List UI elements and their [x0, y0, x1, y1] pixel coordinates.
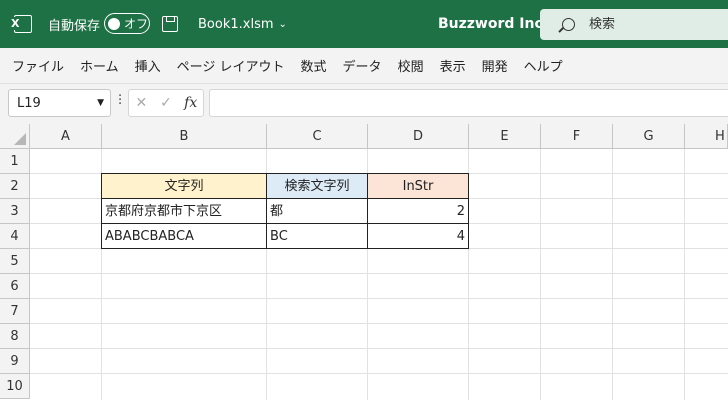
menu-page-layout[interactable]: ページ レイアウト	[177, 56, 285, 75]
gridline	[30, 373, 728, 374]
company-name: Buzzword Inc.	[438, 16, 549, 32]
filename-label: Book1.xlsm	[198, 16, 274, 32]
spreadsheet-grid[interactable]: A B C D E F G H 1 2 3 4 5 6 7 8 9 10 文字列…	[0, 124, 728, 400]
formula-input[interactable]	[209, 89, 728, 117]
name-box[interactable]: L19 ▼	[8, 89, 111, 117]
menu-bar: ファイル ホーム 挿入 ページ レイアウト 数式 データ 校閲 表示 開発 ヘル…	[0, 48, 728, 84]
more-vertical-icon[interactable]: · · ·	[118, 90, 122, 111]
search-box[interactable]	[540, 9, 728, 40]
gridline	[30, 298, 728, 299]
menu-data[interactable]: データ	[343, 56, 382, 75]
chevron-down-icon[interactable]: ▼	[97, 98, 104, 108]
autosave-label: 自動保存	[48, 18, 101, 34]
column-header-e[interactable]: E	[469, 124, 541, 149]
menu-insert[interactable]: 挿入	[135, 56, 161, 75]
column-header-a[interactable]: A	[30, 124, 102, 149]
menu-review[interactable]: 校閲	[398, 56, 424, 75]
autosave-toggle[interactable]: オフ	[104, 13, 150, 34]
cell-d3[interactable]: 2	[367, 198, 469, 224]
confirm-icon[interactable]: ✓	[154, 95, 179, 111]
chevron-down-icon: ⌄	[278, 18, 287, 30]
row-header-2[interactable]: 2	[0, 174, 30, 199]
row-header-7[interactable]: 7	[0, 299, 30, 324]
menu-file[interactable]: ファイル	[12, 56, 64, 75]
menu-developer[interactable]: 開発	[482, 56, 508, 75]
column-header-d[interactable]: D	[368, 124, 469, 149]
name-box-value: L19	[17, 95, 41, 111]
formula-bar: L19 ▼ · · · ✕ ✓ fx	[0, 84, 728, 124]
row-header-1[interactable]: 1	[0, 149, 30, 174]
row-header-9[interactable]: 9	[0, 349, 30, 374]
menu-home[interactable]: ホーム	[80, 56, 119, 75]
cell-b3[interactable]: 京都府京都市下京区	[101, 198, 267, 224]
insert-function-icon[interactable]: fx	[178, 95, 203, 111]
cell-d2[interactable]: InStr	[367, 173, 469, 199]
gridline	[30, 273, 728, 274]
column-header-f[interactable]: F	[541, 124, 613, 149]
row-header-5[interactable]: 5	[0, 249, 30, 274]
row-header-8[interactable]: 8	[0, 324, 30, 349]
row-header-3[interactable]: 3	[0, 199, 30, 224]
gridline	[30, 323, 728, 324]
cancel-icon[interactable]: ✕	[129, 95, 154, 111]
cell-c4[interactable]: BC	[266, 223, 368, 249]
column-header-c[interactable]: C	[267, 124, 368, 149]
cell-c2[interactable]: 検索文字列	[266, 173, 368, 199]
formula-buttons: ✕ ✓ fx	[128, 89, 204, 117]
menu-help[interactable]: ヘルプ	[524, 56, 563, 75]
filename-menu[interactable]: Book1.xlsm ⌄	[198, 0, 287, 48]
gridline	[540, 149, 541, 400]
column-header-b[interactable]: B	[102, 124, 267, 149]
search-input[interactable]	[589, 17, 709, 32]
toggle-state-label: オフ	[124, 17, 149, 31]
row-header-10[interactable]: 10	[0, 374, 30, 399]
column-header-h[interactable]: H	[685, 124, 728, 149]
cell-b4[interactable]: ABABCBABCA	[101, 223, 267, 249]
title-bar: 自動保存 オフ Book1.xlsm ⌄ Buzzword Inc.	[0, 0, 728, 48]
menu-view[interactable]: 表示	[440, 56, 466, 75]
search-icon	[562, 18, 575, 31]
column-header-g[interactable]: G	[613, 124, 685, 149]
row-header-4[interactable]: 4	[0, 224, 30, 249]
excel-icon	[10, 0, 36, 48]
row-header-6[interactable]: 6	[0, 274, 30, 299]
gridline	[30, 348, 728, 349]
gridline	[612, 149, 613, 400]
cell-d4[interactable]: 4	[367, 223, 469, 249]
select-all-corner[interactable]	[0, 124, 30, 149]
save-icon[interactable]	[162, 16, 178, 32]
gridline	[684, 149, 685, 400]
menu-formulas[interactable]: 数式	[301, 56, 327, 75]
cell-c3[interactable]: 都	[266, 198, 368, 224]
toggle-knob	[108, 17, 120, 30]
cell-b2[interactable]: 文字列	[101, 173, 267, 199]
